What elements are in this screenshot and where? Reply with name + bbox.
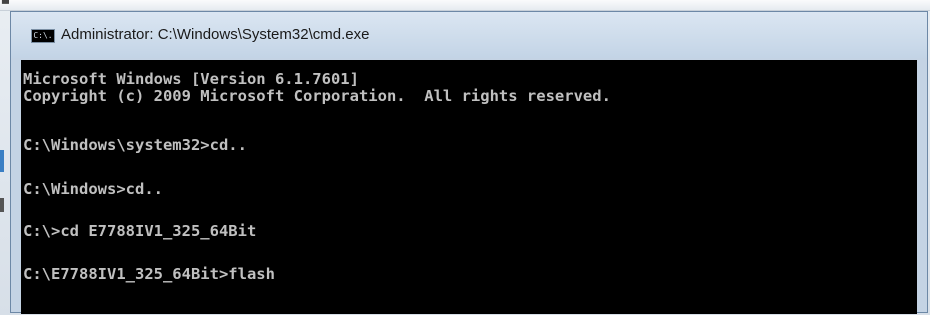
console-line: Microsoft Windows [Version 6.1.7601]	[23, 70, 359, 88]
cmd-window[interactable]: C:\. Administrator: C:\Windows\System32\…	[10, 11, 928, 314]
window-title: Administrator: C:\Windows\System32\cmd.e…	[61, 26, 370, 43]
console-line: Copyright (c) 2009 Microsoft Corporation…	[23, 87, 611, 105]
cmd-icon[interactable]: C:\.	[31, 29, 55, 43]
console-line: C:\>cd E7788IV1_325_64Bit	[23, 222, 257, 240]
console-line: C:\Windows\system32>cd..	[23, 136, 247, 154]
corner-icon: ▀	[2, 0, 9, 10]
title-bar[interactable]: C:\. Administrator: C:\Windows\System32\…	[11, 12, 927, 58]
background-window-edge: ▀	[0, 0, 930, 11]
background-window-edge-mark	[0, 150, 4, 172]
background-window-edge-mark	[0, 198, 4, 212]
console-prompt-line[interactable]: C:\E7788IV1_325_64Bit>flash	[23, 265, 275, 283]
console-output[interactable]: Microsoft Windows [Version 6.1.7601] Cop…	[21, 60, 917, 314]
console-line: C:\Windows>cd..	[23, 180, 163, 198]
